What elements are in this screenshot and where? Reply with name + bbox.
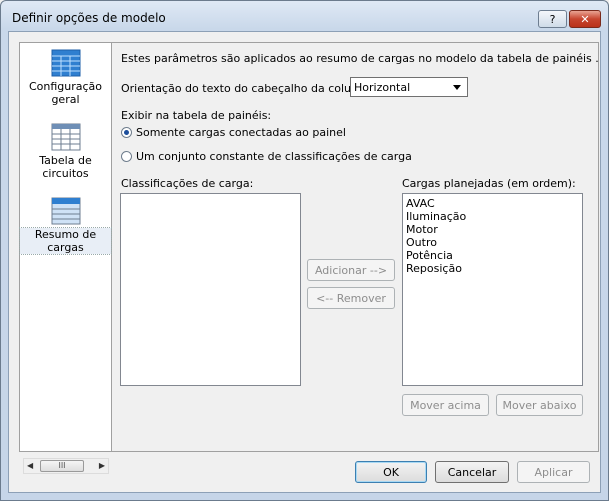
classifications-list[interactable] xyxy=(120,193,301,386)
apply-button[interactable]: Aplicar xyxy=(517,461,590,483)
close-icon: ✕ xyxy=(580,12,590,26)
radio-constant-label[interactable]: Um conjunto constante de classificações … xyxy=(136,150,412,163)
sidebar-item-label: Configuração geral xyxy=(28,80,103,106)
cancel-button[interactable]: Cancelar xyxy=(435,461,509,483)
sidebar: Configuração geral Tabela de circuitos R… xyxy=(19,43,112,451)
help-icon: ? xyxy=(549,12,556,26)
display-label: Exibir na tabela de painéis: xyxy=(121,109,272,122)
title-bar[interactable]: Definir opções de modelo ? ✕ xyxy=(1,1,608,31)
sidebar-horizontal-scrollbar[interactable]: ◀ III ▶ xyxy=(23,458,109,474)
load-summary-icon xyxy=(51,197,81,225)
chevron-down-icon xyxy=(453,85,461,90)
load-summary-settings: Estes parâmetros são aplicados ao resumo… xyxy=(119,43,599,451)
sidebar-item-general[interactable]: Configuração geral xyxy=(20,49,111,106)
close-button[interactable]: ✕ xyxy=(569,10,601,28)
move-up-button[interactable]: Mover acima xyxy=(402,394,489,416)
orientation-select[interactable]: Horizontal xyxy=(350,77,468,97)
dialog-body: Configuração geral Tabela de circuitos R… xyxy=(8,31,601,493)
sidebar-item-load-summary[interactable]: Resumo de cargas xyxy=(19,197,112,255)
circuit-table-icon xyxy=(51,123,81,151)
add-button[interactable]: Adicionar --> xyxy=(307,259,395,281)
list-item[interactable]: Outro xyxy=(403,236,582,249)
scroll-thumb[interactable]: III xyxy=(40,460,84,472)
list-item[interactable]: AVAC xyxy=(403,197,582,210)
list-item[interactable]: Potência xyxy=(403,249,582,262)
list-item[interactable]: Motor xyxy=(403,223,582,236)
scroll-left-icon[interactable]: ◀ xyxy=(27,461,33,470)
list-item[interactable]: Iluminação xyxy=(403,210,582,223)
sidebar-item-label: Tabela de circuitos xyxy=(39,154,92,180)
move-down-button[interactable]: Mover abaixo xyxy=(496,394,583,416)
sidebar-item-circuit-table[interactable]: Tabela de circuitos xyxy=(20,123,111,180)
classifications-label: Classificações de carga: xyxy=(121,177,254,190)
intro-text: Estes parâmetros são aplicados ao resumo… xyxy=(121,52,599,65)
radio-constant-classifications[interactable] xyxy=(121,151,132,162)
sidebar-item-label: Resumo de cargas xyxy=(19,227,112,255)
list-item[interactable]: Reposição xyxy=(403,262,582,275)
dialog-title: Definir opções de modelo xyxy=(12,11,166,25)
help-button[interactable]: ? xyxy=(538,10,567,28)
scroll-right-icon[interactable]: ▶ xyxy=(99,461,105,470)
radio-connected-loads[interactable] xyxy=(121,127,132,138)
orientation-label: Orientação do texto do cabeçalho da colu… xyxy=(121,82,369,95)
ok-button[interactable]: OK xyxy=(355,461,427,483)
radio-connected-label[interactable]: Somente cargas conectadas ao painel xyxy=(136,126,346,139)
dialog-window: Definir opções de modelo ? ✕ Configuraçã… xyxy=(0,0,609,501)
planned-loads-list[interactable]: AVAC Iluminação Motor Outro Potência Rep… xyxy=(402,193,583,386)
general-config-icon xyxy=(51,49,81,77)
orientation-value: Horizontal xyxy=(354,81,411,94)
planned-loads-label: Cargas planejadas (em ordem): xyxy=(402,177,576,190)
remove-button[interactable]: <-- Remover xyxy=(307,287,395,309)
